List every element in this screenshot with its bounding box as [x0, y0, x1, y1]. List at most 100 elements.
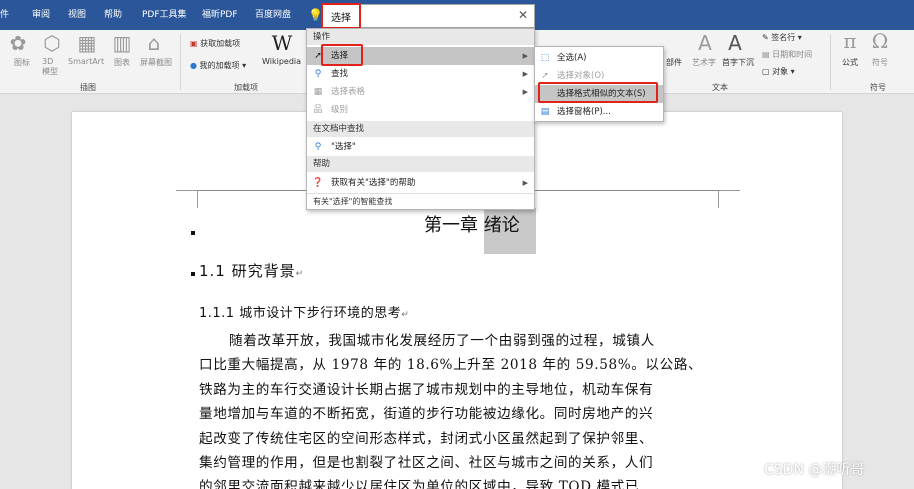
menu-item-find-in-document[interactable]: ⚲ "选择"	[307, 138, 534, 156]
symbol-label: 符号	[872, 58, 888, 67]
submenu-item-select-all[interactable]: ⬚ 全选(A)	[535, 49, 663, 67]
chapter-title[interactable]: 第一章 绪论	[424, 211, 520, 237]
icons-label: 图标	[14, 58, 30, 67]
menu-section-actions: 操作	[307, 29, 534, 45]
lightbulb-icon: 💡	[308, 8, 323, 22]
chevron-right-icon: ▶	[522, 52, 528, 60]
smartart-label: SmartArt	[68, 57, 105, 66]
group-label-illustrations: 插图	[80, 83, 96, 92]
icons-icon[interactable]: ✿	[8, 32, 28, 54]
level-icon: 品	[313, 105, 323, 115]
chapter-selected-word[interactable]: 绪论	[484, 215, 520, 236]
object-button[interactable]: ▢ 对象 ▾	[762, 66, 795, 77]
find-icon: ⚲	[314, 142, 322, 152]
submenu-item-selection-pane-label: 选择窗格(P)...	[557, 107, 611, 117]
paragraph-line: 随着改革开放，我国城市化发展经历了一个由弱到强的过程，城镇人	[229, 333, 655, 349]
equation-label: 公式	[842, 58, 858, 67]
section-heading[interactable]: 1.1 研究背景↵	[199, 260, 304, 281]
ribbon-separator	[180, 34, 181, 90]
dropcap-icon[interactable]: A	[724, 32, 746, 54]
get-addins-button[interactable]: ▣ 获取加载项	[190, 38, 240, 49]
tab-file[interactable]: 件	[0, 0, 9, 30]
menu-item-level-label: 级别	[331, 105, 349, 115]
tab-view[interactable]: 视图	[68, 0, 86, 30]
paragraph-line: 量地增加与车道的不断拓宽，街道的步行功能被边缘化。同时房地产的兴	[199, 406, 654, 423]
cursor-icon: ➚	[541, 71, 549, 81]
chart-icon[interactable]: ▥	[112, 32, 132, 54]
menu-item-get-help-label: 获取有关"选择"的帮助	[331, 178, 416, 188]
paragraph-line: 铁路为主的车行交通设计长期占据了城市规划中的主导地位，机动车保有	[199, 381, 654, 398]
signature-line-label: 签名行	[771, 33, 796, 42]
select-submenu: ⬚ 全选(A) ➚ 选择对象(O) 选择格式相似的文本(S) ▤ 选择窗格(P)…	[534, 46, 664, 122]
paragraph-mark: ↵	[295, 269, 305, 279]
menu-item-find[interactable]: ⚲ 查找 ▶	[307, 65, 534, 83]
submenu-item-select-objects[interactable]: ➚ 选择对象(O)	[535, 67, 663, 85]
tab-help[interactable]: 帮助	[104, 0, 122, 30]
menu-item-get-help[interactable]: ❓ 获取有关"选择"的帮助 ▶	[307, 174, 534, 192]
chapter-prefix: 第一章	[424, 215, 478, 236]
store-icon: ▣	[190, 39, 198, 48]
selection-pane-icon: ▤	[540, 107, 550, 117]
chevron-right-icon: ▶	[522, 70, 528, 78]
equation-icon[interactable]: π	[838, 30, 862, 52]
quick-parts-label[interactable]: 部件	[666, 57, 682, 68]
margin-corner-left	[176, 190, 198, 208]
wordart-icon[interactable]: A	[694, 32, 716, 54]
signature-line-button[interactable]: ✎ 签名行 ▾	[762, 32, 802, 43]
tab-baidu-netdisk[interactable]: 百度网盘	[255, 0, 291, 30]
section-heading-text: 1.1 研究背景	[199, 262, 296, 280]
menu-section-find-in-doc: 在文档中查找	[307, 121, 534, 137]
menu-item-select-label: 选择	[331, 51, 349, 61]
submenu-item-selection-pane[interactable]: ▤ 选择窗格(P)...	[535, 103, 663, 121]
object-label: 对象	[772, 67, 789, 76]
menu-item-select[interactable]: ➚ 选择 ▶	[307, 47, 534, 65]
menu-item-find-in-document-label: "选择"	[331, 142, 356, 152]
submenu-item-select-similar-formatting[interactable]: 选择格式相似的文本(S)	[535, 85, 663, 103]
menu-item-level[interactable]: 品 级别	[307, 101, 534, 119]
screenshot-icon[interactable]: ⌂	[144, 32, 164, 54]
tell-me-search-box[interactable]: ✕	[322, 4, 535, 28]
word-window: { "ribbon_tabs": ["件", "审阅", "视图", "帮助",…	[0, 0, 914, 489]
wikipedia-label: Wikipedia	[262, 57, 302, 66]
help-icon: ❓	[312, 178, 324, 188]
dropcap-label: 首字下沉	[722, 58, 754, 67]
paragraph-line: 起改变了传统住宅区的空间形态样式，封闭式小区虽然起到了保护邻里、	[199, 430, 654, 447]
find-icon: ⚲	[314, 69, 322, 79]
menu-section-help: 帮助	[307, 156, 534, 172]
addins-icon: ●	[190, 61, 197, 70]
tab-foxit-pdf[interactable]: 福昕PDF	[202, 0, 238, 30]
smartart-icon[interactable]: ▦	[74, 32, 100, 54]
ribbon-separator	[830, 34, 831, 90]
subsection-heading-text: 1.1.1 城市设计下步行环境的思考	[199, 306, 402, 321]
table-select-icon: ▦	[313, 87, 323, 97]
submenu-item-select-all-label: 全选(A)	[557, 53, 587, 63]
paragraph-mark: ↵	[401, 310, 410, 320]
my-addins-button[interactable]: ● 我的加载项 ▾	[190, 60, 246, 71]
tab-pdf-tools[interactable]: PDF工具集	[142, 0, 187, 30]
subsection-heading[interactable]: 1.1.1 城市设计下步行环境的思考↵	[199, 302, 409, 321]
date-time-button[interactable]: ▤ 日期和时间	[762, 49, 812, 60]
tell-me-input[interactable]	[331, 7, 501, 25]
paragraph-line: 的邻里交流面积越来越少以居住区为单位的区域中，导致 TOD 模式已	[199, 479, 640, 489]
menu-item-select-table[interactable]: ▦ 选择表格 ▶	[307, 83, 534, 101]
get-addins-label: 获取加载项	[200, 39, 241, 48]
paragraph-line: 口比重大幅提高，从 1978 年的 18.6%上升至 2018 年的 59.58…	[199, 357, 703, 374]
my-addins-label: 我的加载项	[199, 61, 240, 70]
wikipedia-icon[interactable]: W	[270, 32, 294, 54]
tab-review[interactable]: 审阅	[32, 0, 50, 30]
close-icon[interactable]: ✕	[518, 8, 528, 22]
3d-model-label: 3D 模型	[42, 57, 58, 76]
menu-item-select-table-label: 选择表格	[331, 87, 366, 97]
group-label-symbols: 符号	[870, 83, 886, 92]
group-label-addins: 加载项	[234, 83, 258, 92]
smart-lookup-item[interactable]: 有关"选择"的智能查找	[307, 193, 534, 209]
paragraph-line: 集约管理的作用，但是也割裂了社区之间、社区与城市之间的关系，人们	[199, 455, 654, 472]
wordart-label: 艺术字	[692, 58, 716, 67]
body-paragraph[interactable]: 随着改革开放，我国城市化发展经历了一个由弱到强的过程，城镇人 口比重大幅提高，从…	[199, 329, 719, 489]
menu-item-find-label: 查找	[331, 69, 349, 79]
3d-model-icon[interactable]: ⬡	[40, 32, 64, 54]
cursor-icon: ➚	[314, 51, 322, 61]
symbol-icon[interactable]: Ω	[868, 30, 892, 52]
group-label-text: 文本	[712, 83, 728, 92]
select-all-icon: ⬚	[540, 53, 550, 63]
